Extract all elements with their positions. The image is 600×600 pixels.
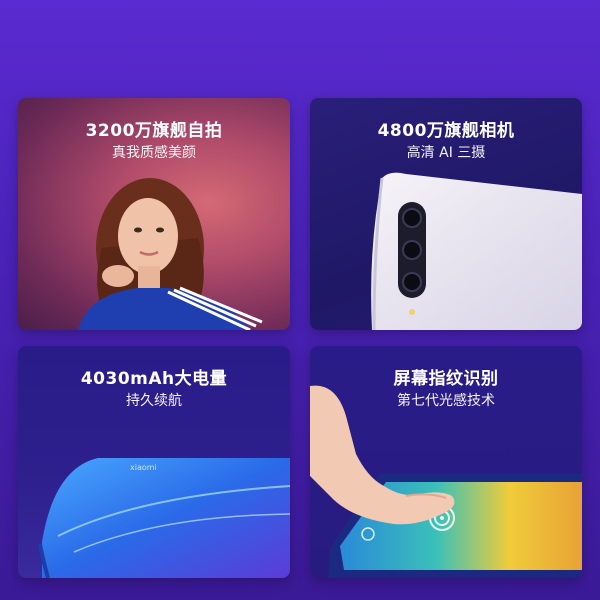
battery-card: xiaomi 4030mAh大电量 持久续航 (18, 346, 290, 578)
selfie-camera-card: 3200万旗舰自拍 真我质感美颜 (18, 98, 290, 330)
card-subtitle: 真我质感美颜 (112, 145, 196, 161)
card-subtitle: 持久续航 (126, 393, 182, 409)
card-title: 4800万旗舰相机 (377, 121, 515, 141)
card-title: 4030mAh大电量 (80, 369, 228, 389)
fingerprint-card: 屏幕指纹识别 第七代光感技术 (310, 346, 582, 578)
card-subtitle: 高清 AI 三摄 (406, 145, 486, 161)
card-title: 屏幕指纹识别 (393, 369, 499, 389)
card-title: 3200万旗舰自拍 (85, 121, 223, 141)
brand-logo: xiaomi (130, 463, 157, 472)
rear-camera-card: 4800万旗舰相机 高清 AI 三摄 (310, 98, 582, 330)
card-subtitle: 第七代光感技术 (397, 393, 495, 409)
